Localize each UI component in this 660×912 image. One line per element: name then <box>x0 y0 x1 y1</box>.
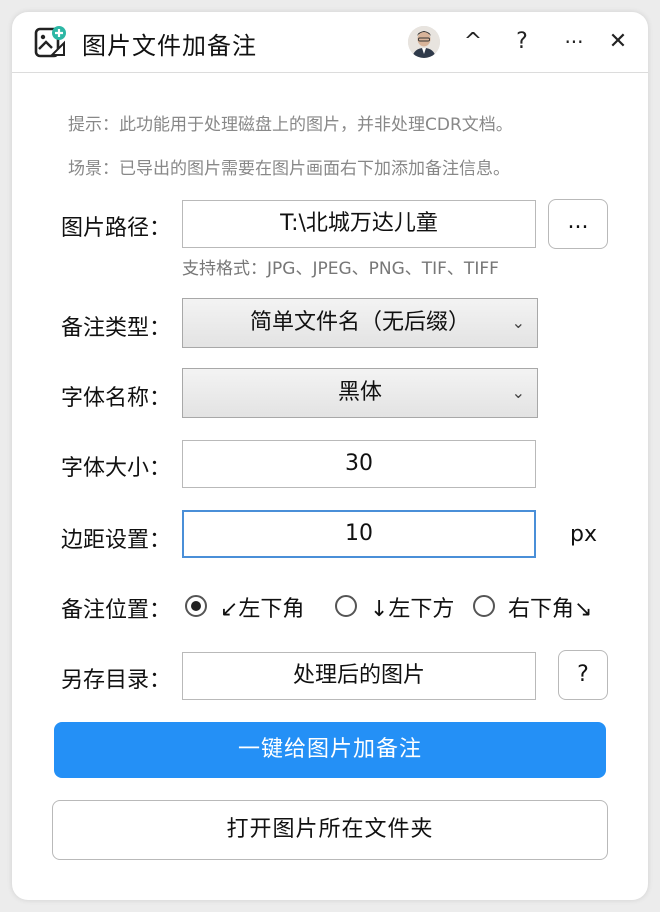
close-button[interactable]: ✕ <box>600 24 636 60</box>
margin-label: 边距设置： <box>61 528 172 553</box>
hint-text: 提示：此功能用于处理磁盘上的图片，并非处理CDR文档。 <box>68 115 513 135</box>
margin-input[interactable]: 10 <box>182 510 536 558</box>
font-size-label: 字体大小： <box>61 456 172 481</box>
position-label: 备注位置： <box>61 598 172 623</box>
path-label: 图片路径： <box>61 216 172 241</box>
user-avatar[interactable] <box>408 26 440 58</box>
add-note-button[interactable]: 一键给图片加备注 <box>54 722 606 778</box>
radio-bottom-left[interactable] <box>185 595 207 617</box>
save-dir-input[interactable]: 处理后的图片 <box>182 652 536 700</box>
chevron-down-icon: ⌄ <box>511 383 525 402</box>
open-folder-button[interactable]: 打开图片所在文件夹 <box>52 800 608 860</box>
more-button[interactable]: ··· <box>556 24 592 60</box>
margin-unit: px <box>570 522 597 547</box>
note-type-select[interactable]: 简单文件名（无后缀） ⌄ <box>182 298 538 348</box>
save-dir-help-button[interactable]: ? <box>558 650 608 700</box>
font-name-value: 黑体 <box>337 380 382 405</box>
collapse-button[interactable]: ^ <box>455 24 491 60</box>
supported-formats-text: 支持格式：JPG、JPEG、PNG、TIF、TIFF <box>182 259 499 279</box>
font-size-input[interactable]: 30 <box>182 440 536 488</box>
scenario-text: 场景：已导出的图片需要在图片画面右下加添加备注信息。 <box>68 159 510 179</box>
save-dir-label: 另存目录： <box>61 668 172 693</box>
radio-bottom-left-below[interactable] <box>335 595 357 617</box>
font-name-select[interactable]: 黑体 ⌄ <box>182 368 538 418</box>
help-button[interactable]: ? <box>504 24 540 60</box>
note-type-label: 备注类型： <box>61 316 172 341</box>
path-input[interactable]: T:\北城万达儿童 <box>182 200 536 248</box>
radio-label-bottom-left[interactable]: ↙左下角 <box>220 591 304 623</box>
radio-bottom-right[interactable] <box>473 595 495 617</box>
note-type-value: 简单文件名（无后缀） <box>249 310 470 335</box>
dialog-window: 图片文件加备注 ^ ? ··· ✕ 提示：此功能用于处理磁盘上的图片，并非处理C… <box>12 12 648 900</box>
browse-button[interactable]: ... <box>548 199 608 249</box>
radio-label-bottom-right[interactable]: 右下角↘ <box>508 591 592 623</box>
chevron-down-icon: ⌄ <box>511 313 525 332</box>
font-name-label: 字体名称： <box>61 386 172 411</box>
app-logo-icon <box>34 25 68 59</box>
radio-label-bottom-left-below[interactable]: ↓左下方 <box>370 591 454 623</box>
title-bar: 图片文件加备注 ^ ? ··· ✕ <box>12 12 648 73</box>
window-title: 图片文件加备注 <box>82 32 257 60</box>
